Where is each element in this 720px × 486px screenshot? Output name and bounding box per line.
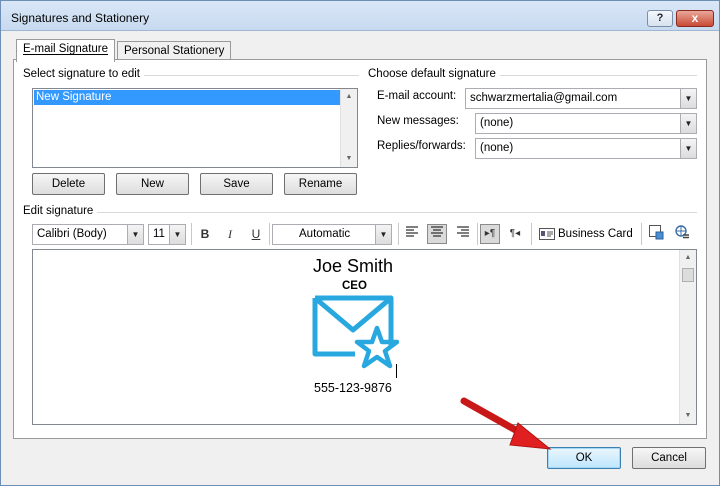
font-size-value: 11 xyxy=(153,228,165,240)
business-card-button[interactable]: Business Card xyxy=(537,224,637,244)
new-button[interactable]: New xyxy=(116,173,189,195)
edit-signature-label: Edit signature xyxy=(23,205,98,217)
new-messages-label: New messages: xyxy=(377,115,459,127)
align-center-icon xyxy=(431,226,443,237)
align-center-button[interactable] xyxy=(427,224,447,244)
font-color-select[interactable]: Automatic ▼ xyxy=(272,224,392,245)
toolbar-separator xyxy=(531,223,532,245)
signature-title: CEO xyxy=(342,280,367,292)
save-button[interactable]: Save xyxy=(200,173,273,195)
scroll-up-icon[interactable]: ▲ xyxy=(341,89,357,105)
replies-forwards-select[interactable]: (none) ▼ xyxy=(475,138,697,159)
toolbar-separator xyxy=(398,223,399,245)
help-button[interactable]: ? xyxy=(647,10,673,27)
align-left-button[interactable] xyxy=(402,224,422,244)
replies-forwards-value: (none) xyxy=(480,142,514,154)
default-signature-label: Choose default signature xyxy=(368,68,500,80)
bold-button[interactable]: B xyxy=(195,224,215,244)
window-title: Signatures and Stationery xyxy=(11,11,150,25)
email-account-select[interactable]: schwarzmertalia@gmail.com ▼ xyxy=(465,88,697,109)
scroll-thumb[interactable] xyxy=(682,268,694,282)
title-bar: Signatures and Stationery ? x xyxy=(1,1,719,31)
font-size-select[interactable]: 11 ▼ xyxy=(148,224,186,245)
email-account-label: E-mail account: xyxy=(377,90,457,102)
new-messages-select[interactable]: (none) ▼ xyxy=(475,113,697,134)
chevron-down-icon[interactable]: ▼ xyxy=(169,225,185,244)
chevron-down-icon[interactable]: ▼ xyxy=(375,225,391,244)
rename-button[interactable]: Rename xyxy=(284,173,357,195)
signatures-dialog: Signatures and Stationery ? x E-mail Sig… xyxy=(0,0,720,486)
text-caret xyxy=(396,364,397,378)
delete-button[interactable]: Delete xyxy=(32,173,105,195)
signature-phone: 555-123-9876 xyxy=(314,381,392,395)
picture-icon xyxy=(649,225,664,240)
toolbar-separator xyxy=(641,223,642,245)
underline-button[interactable]: U xyxy=(246,224,266,244)
ok-button[interactable]: OK xyxy=(547,447,621,469)
toolbar-separator xyxy=(269,223,270,245)
cancel-button[interactable]: Cancel xyxy=(632,447,706,469)
toolbar-separator xyxy=(191,223,192,245)
chevron-down-icon[interactable]: ▼ xyxy=(680,89,696,108)
editor-scrollbar[interactable]: ▲ ▼ xyxy=(679,250,696,424)
scroll-down-icon[interactable]: ▼ xyxy=(680,408,696,424)
select-signature-label: Select signature to edit xyxy=(23,68,144,80)
replies-forwards-label: Replies/forwards: xyxy=(377,140,466,152)
insert-hyperlink-button[interactable] xyxy=(672,224,692,244)
signature-list[interactable]: New Signature ▲ ▼ xyxy=(32,88,358,168)
business-card-icon xyxy=(539,228,555,240)
rtl-button[interactable]: ¶◂ xyxy=(505,224,525,244)
tab-email-signature-label: E-mail Signature xyxy=(23,43,109,55)
red-arrow-icon xyxy=(460,397,552,450)
email-account-value: schwarzmertalia@gmail.com xyxy=(470,92,618,104)
email-star-logo-icon xyxy=(312,295,399,369)
business-card-label: Business Card xyxy=(558,228,633,240)
font-select[interactable]: Calibri (Body) ▼ xyxy=(32,224,144,245)
align-right-button[interactable] xyxy=(453,224,473,244)
ltr-button[interactable]: ▸¶ xyxy=(480,224,500,244)
italic-button[interactable]: I xyxy=(220,224,240,244)
close-button[interactable]: x xyxy=(676,10,714,27)
tab-personal-stationery-label: Personal Stationery xyxy=(124,45,225,57)
chevron-down-icon[interactable]: ▼ xyxy=(680,114,696,133)
chevron-down-icon[interactable]: ▼ xyxy=(680,139,696,158)
font-color-value: Automatic xyxy=(299,228,351,240)
separator xyxy=(25,212,697,213)
align-right-icon xyxy=(457,226,469,237)
signature-list-scrollbar[interactable]: ▲ ▼ xyxy=(340,89,357,167)
insert-picture-button[interactable] xyxy=(646,224,666,244)
scroll-down-icon[interactable]: ▼ xyxy=(341,151,357,167)
hyperlink-icon xyxy=(675,225,689,239)
align-left-icon xyxy=(406,226,418,237)
list-item[interactable]: New Signature xyxy=(34,90,341,105)
tab-email-signature[interactable]: E-mail Signature xyxy=(16,39,116,62)
scroll-up-icon[interactable]: ▲ xyxy=(680,250,696,266)
new-messages-value: (none) xyxy=(480,117,514,129)
toolbar-separator xyxy=(477,223,478,245)
signature-name: Joe Smith xyxy=(313,256,394,276)
chevron-down-icon[interactable]: ▼ xyxy=(127,225,143,244)
signature-editor[interactable]: Joe Smith CEO 555-123-9876 ▲ ▼ xyxy=(32,249,697,425)
font-value: Calibri (Body) xyxy=(37,228,107,240)
